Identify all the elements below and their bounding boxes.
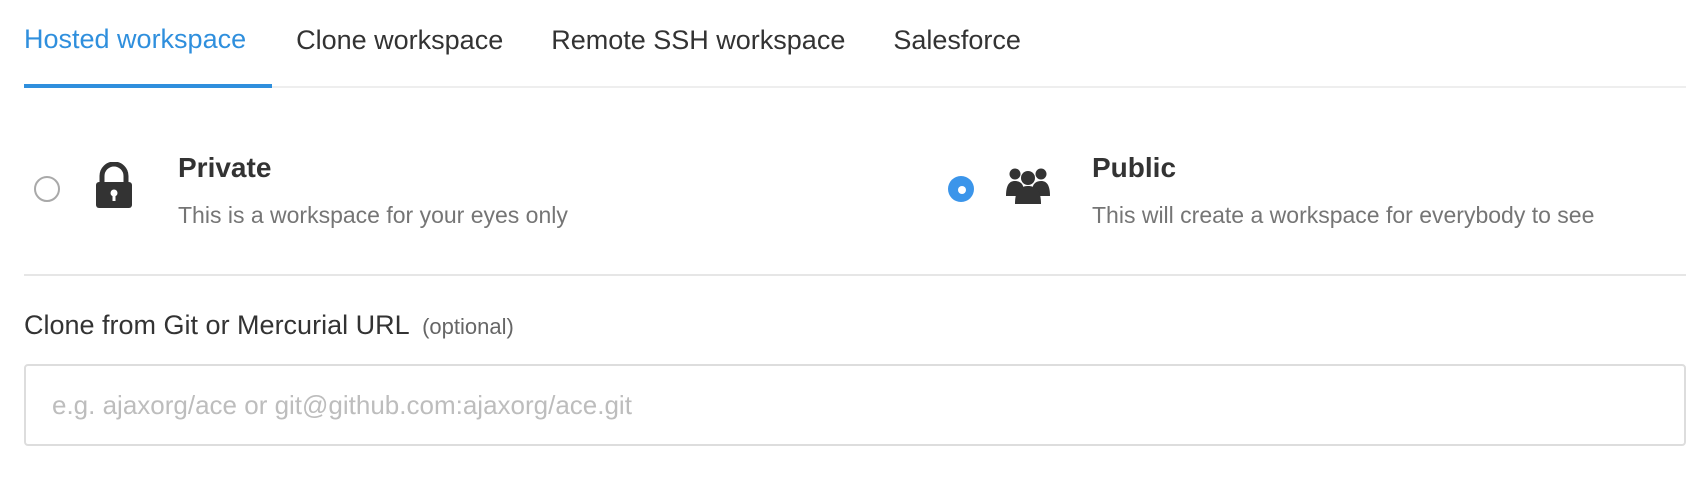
tab-clone-workspace[interactable]: Clone workspace [296,0,503,86]
public-radio[interactable] [948,176,974,202]
tab-hosted-workspace[interactable]: Hosted workspace [24,0,273,88]
clone-url-label-text: Clone from Git or Mercurial URL [24,310,409,340]
public-title: Public [1092,152,1177,183]
tab-salesforce[interactable]: Salesforce [893,0,1021,86]
public-description: This will create a workspace for everybo… [1092,202,1595,228]
private-description: This is a workspace for your eyes only [178,202,568,228]
optional-hint: (optional) [422,314,514,339]
private-radio[interactable] [34,176,60,202]
create-workspace-panel: Hosted workspace Clone workspace Remote … [0,0,1706,488]
users-icon [1006,162,1050,210]
workspace-type-tabs: Hosted workspace Clone workspace Remote … [24,0,1686,88]
clone-url-label: Clone from Git or Mercurial URL (optiona… [24,310,514,341]
lock-icon [92,161,136,210]
tab-remote-ssh-workspace[interactable]: Remote SSH workspace [551,0,845,86]
visibility-options: Private This is a workspace for your eye… [24,88,1686,276]
clone-url-input[interactable] [24,364,1686,446]
private-title: Private [178,152,272,183]
